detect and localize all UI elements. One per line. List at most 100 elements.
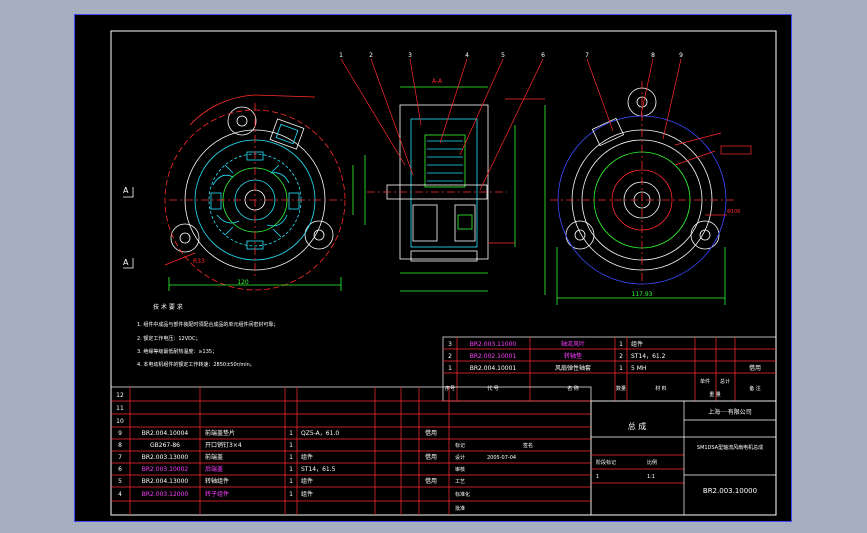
title-block-grid bbox=[590, 400, 777, 516]
pt-qty: 1 bbox=[619, 341, 623, 348]
pl-name: 开口销钉3×4 bbox=[205, 441, 242, 449]
view-mark-a2: A bbox=[123, 258, 129, 267]
pl-mat: 组件 bbox=[301, 490, 313, 498]
tech-req-title: 技 术 要 求 bbox=[153, 303, 183, 311]
signoff-check: 审核 bbox=[455, 466, 465, 473]
pl-name: 转轴组件 bbox=[205, 477, 229, 485]
balloon-6: 6 bbox=[541, 52, 545, 59]
pt-qty: 1 bbox=[619, 365, 623, 372]
pl-note: 借用 bbox=[425, 453, 437, 461]
lug-left bbox=[170, 223, 200, 253]
pt-note: 借用 bbox=[749, 364, 761, 372]
signoff-process: 工艺 bbox=[455, 479, 465, 485]
pl-code: BR2.004.13000 bbox=[142, 478, 189, 485]
front-view bbox=[164, 94, 346, 291]
rear-view bbox=[544, 81, 735, 305]
pl-qty: 1 bbox=[289, 491, 293, 498]
pl-code: GB267-86 bbox=[150, 442, 180, 449]
signoff-mark: 标记 bbox=[455, 442, 465, 449]
balloon-7: 7 bbox=[585, 52, 589, 59]
signoff-standard: 标准化 bbox=[455, 491, 470, 498]
pt-mat: ST14，61.2 bbox=[631, 353, 666, 360]
tech-req-4: 4. 本电动机组件的额定工作转速：2850±50r/min。 bbox=[137, 361, 255, 368]
balloon-2: 2 bbox=[369, 52, 373, 59]
pl-name: 后端盖 bbox=[205, 465, 223, 473]
pl-qty: 1 bbox=[289, 442, 293, 449]
pl-mat: QZ5-A，61.0 bbox=[301, 430, 339, 437]
signoff: 标记 设计 审核 工艺 标准化 批准 2005-07-04 签名 bbox=[455, 442, 533, 512]
section-markers bbox=[123, 187, 134, 269]
pt-no: 2 bbox=[448, 353, 452, 360]
parts-left-empty: 12 11 10 bbox=[116, 392, 124, 425]
pl-mat: 组件 bbox=[301, 477, 313, 485]
pl-note: 借用 bbox=[425, 429, 437, 437]
tech-req-3: 3. 绝缘等级最低耐热温度：≥135； bbox=[137, 348, 217, 355]
sheet-value: 1 bbox=[596, 474, 599, 480]
ph-note: 备 注 bbox=[749, 385, 761, 392]
pt-name: 风扇弹性轴套 bbox=[555, 364, 591, 372]
section-label: A-A bbox=[432, 78, 443, 85]
pt-code: BR2.004.10001 bbox=[470, 365, 517, 372]
balloon-3: 3 bbox=[408, 52, 412, 59]
dim-rear-width: 117.93 bbox=[632, 291, 653, 298]
ph-qty: 数量 bbox=[616, 385, 626, 392]
pl-name: 转子组件 bbox=[205, 490, 229, 498]
rear-lug-right bbox=[690, 220, 720, 250]
pt-no: 1 bbox=[448, 365, 452, 372]
pl-qty: 1 bbox=[289, 454, 293, 461]
balloon-4: 4 bbox=[465, 52, 469, 59]
sign-label: 签名 bbox=[523, 442, 533, 449]
dim-left-radius: R33 bbox=[193, 258, 205, 265]
pl-mat: 组件 bbox=[301, 453, 313, 461]
dim-rear-d: Φ106 bbox=[727, 209, 740, 215]
pl-no: 9 bbox=[118, 430, 122, 437]
pl-empty-no: 11 bbox=[116, 405, 124, 412]
pl-name: 前端盖垫片 bbox=[205, 429, 235, 437]
balloon-5: 5 bbox=[501, 52, 505, 59]
pl-empty-no: 10 bbox=[116, 418, 124, 425]
leader-lines bbox=[340, 58, 682, 191]
pt-code: BR2.003.11000 bbox=[470, 341, 517, 348]
pl-mat: ST14，61.5 bbox=[301, 466, 336, 473]
balloon-1: 1 bbox=[339, 52, 343, 59]
company-name: 上海····有限公司 bbox=[708, 408, 752, 416]
balloon-9: 9 bbox=[679, 52, 683, 59]
drawing-sheet: 120 R33 A A A-A 117.93 Φ106 1 2 3 4 5 6 … bbox=[74, 14, 792, 522]
pl-no: 4 bbox=[118, 491, 122, 498]
dim-front-width: 120 bbox=[237, 279, 249, 286]
pl-no: 7 bbox=[118, 454, 122, 461]
pl-empty-no: 12 bbox=[116, 392, 124, 399]
pl-qty: 1 bbox=[289, 466, 293, 473]
ph-name: 名 称 bbox=[567, 385, 579, 392]
ph-mat: 材 料 bbox=[655, 385, 667, 392]
pl-no: 8 bbox=[118, 442, 122, 449]
ph-code: 代 号 bbox=[487, 385, 499, 392]
pl-no: 5 bbox=[118, 478, 122, 485]
pt-mat: 5 MH bbox=[631, 365, 646, 372]
parts-top-rows: 3 BR2.003.11000 轴流风叶 1 组件 2 BR2.002.1000… bbox=[448, 340, 761, 372]
balloon-8: 8 bbox=[651, 52, 655, 59]
pl-no: 6 bbox=[118, 466, 122, 473]
parts-top-header: 序号 代 号 名 称 数量 材 料 单件 总计 重 量 备 注 bbox=[445, 378, 761, 398]
section-view bbox=[352, 86, 545, 292]
ph-total: 总计 bbox=[720, 378, 730, 385]
pl-code: BR2.004.10004 bbox=[142, 430, 189, 437]
pt-mat: 组件 bbox=[631, 340, 643, 348]
pt-name: 轴流风叶 bbox=[561, 340, 585, 348]
ph-no: 序号 bbox=[445, 385, 455, 392]
scale-value: 1:1 bbox=[647, 474, 655, 480]
pt-code: BR2.002.10001 bbox=[470, 353, 517, 360]
rear-lug-left bbox=[565, 220, 595, 250]
signoff-approve: 批准 bbox=[455, 505, 465, 512]
signoff-design: 设计 bbox=[455, 454, 465, 461]
drawing-name: 总 成 bbox=[628, 421, 647, 431]
tech-req-2: 2. 额定工作电压：12VDC； bbox=[137, 335, 201, 342]
pl-qty: 1 bbox=[289, 430, 293, 437]
pt-qty: 2 bbox=[619, 353, 623, 360]
tech-requirements: 技 术 要 求 1. 组件中成品与部件装配时须配合成品的单元组件间密封可靠； 2… bbox=[137, 303, 278, 368]
stage-label: 阶段标记 bbox=[596, 459, 616, 466]
ph-unit: 单件 bbox=[700, 378, 710, 385]
pl-code: BR2.003.12000 bbox=[142, 491, 189, 498]
pt-no: 3 bbox=[448, 341, 452, 348]
pl-qty: 1 bbox=[289, 478, 293, 485]
